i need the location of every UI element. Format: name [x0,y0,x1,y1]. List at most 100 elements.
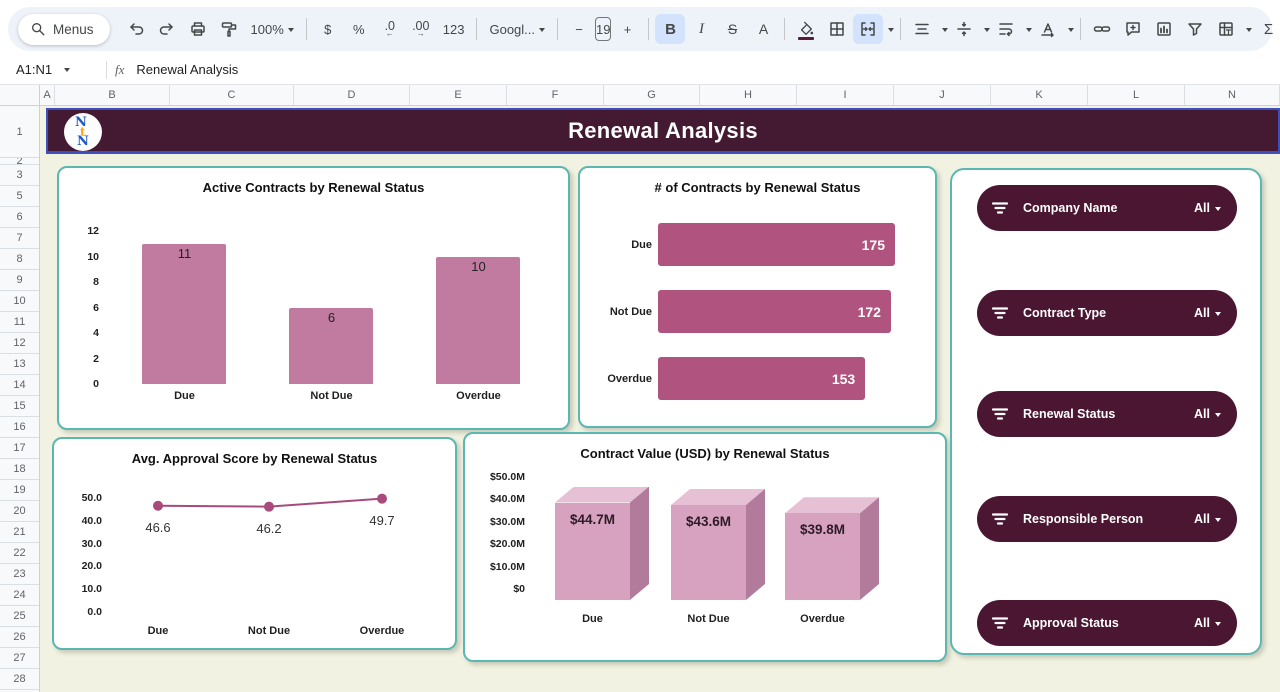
row-header-15[interactable]: 15 [0,396,39,417]
column-header-G[interactable]: G [604,85,700,105]
row-header-5[interactable]: 5 [0,186,39,207]
merge-cells-button[interactable] [853,14,883,44]
slicer-responsible-person[interactable]: Responsible PersonAll [977,496,1237,542]
pivot-dropdown-arrow[interactable] [1246,28,1252,35]
vertical-align-button[interactable] [949,14,979,44]
currency-format-button[interactable]: $ [313,14,343,44]
formula-input[interactable]: Renewal Analysis [136,62,1280,77]
merge-dropdown-arrow[interactable] [888,28,894,35]
category-label: Not Due [259,390,405,402]
more-formats-button[interactable]: 123 [437,14,471,44]
borders-button[interactable] [822,14,852,44]
column-header-I[interactable]: I [797,85,894,105]
row-header-7[interactable]: 7 [0,228,39,249]
row-header-17[interactable]: 17 [0,438,39,459]
insert-chart-button[interactable] [1149,14,1179,44]
row-header-22[interactable]: 22 [0,543,39,564]
row-header-9[interactable]: 9 [0,270,39,291]
column-header-D[interactable]: D [294,85,410,105]
row-header-19[interactable]: 19 [0,480,39,501]
increase-decimal-button[interactable]: .00→ [406,14,436,44]
name-box[interactable]: A1:N1 [0,55,98,84]
chart-card-avg-approval[interactable]: Avg. Approval Score by Renewal Status 0.… [52,437,457,650]
sheet-canvas[interactable]: N t N Renewal Analysis Active Contracts … [40,106,1280,692]
row-header-20[interactable]: 20 [0,501,39,522]
insert-comment-button[interactable] [1118,14,1148,44]
row-header-3[interactable]: 3 [0,165,39,186]
slicer-renewal-status[interactable]: Renewal StatusAll [977,391,1237,437]
row-header-21[interactable]: 21 [0,522,39,543]
create-filter-button[interactable] [1180,14,1210,44]
row-header-27[interactable]: 27 [0,648,39,669]
column-header-F[interactable]: F [507,85,604,105]
column-header-H[interactable]: H [700,85,797,105]
row-header-14[interactable]: 14 [0,375,39,396]
filter-lines-icon [991,407,1009,422]
row-header-2[interactable]: 2 [0,158,39,165]
row-header-1[interactable]: 1 [0,106,39,158]
wrap-dropdown-arrow[interactable] [1026,28,1032,35]
undo-button[interactable] [121,14,151,44]
row-header-28[interactable]: 28 [0,669,39,690]
rotation-dropdown-arrow[interactable] [1068,28,1074,35]
fill-color-button[interactable] [791,14,821,44]
column-header-J[interactable]: J [894,85,991,105]
menus-search[interactable]: Menus [18,14,110,45]
zoom-select[interactable]: 100% [245,14,300,44]
horizontal-align-button[interactable] [907,14,937,44]
column-header-B[interactable]: B [55,85,170,105]
bold-button[interactable]: B [655,14,685,44]
column-header-K[interactable]: K [991,85,1088,105]
decrease-font-size-button[interactable]: − [564,14,594,44]
paint-format-button[interactable] [214,14,244,44]
row-header-11[interactable]: 11 [0,312,39,333]
slicer-contract-type[interactable]: Contract TypeAll [977,290,1237,336]
row-header-12[interactable]: 12 [0,333,39,354]
italic-button[interactable]: I [686,14,716,44]
slicer-approval-status[interactable]: Approval StatusAll [977,600,1237,646]
row-header-10[interactable]: 10 [0,291,39,312]
percent-format-button[interactable]: % [344,14,374,44]
decrease-decimal-button[interactable]: .0← [375,14,405,44]
chart-card-active-contracts[interactable]: Active Contracts by Renewal Status 02468… [57,166,570,430]
row-header-13[interactable]: 13 [0,354,39,375]
row-header-18[interactable]: 18 [0,459,39,480]
text-color-button[interactable]: A [748,14,778,44]
slicer-company-name[interactable]: Company NameAll [977,185,1237,231]
chevron-down-icon [1215,207,1221,214]
row-header-26[interactable]: 26 [0,627,39,648]
row-header-6[interactable]: 6 [0,207,39,228]
point-value-label: 49.7 [352,513,412,528]
valign-dropdown-arrow[interactable] [984,28,990,35]
name-box-dropdown-arrow[interactable] [64,68,70,75]
category-label: Overdue [785,613,860,625]
column-header-N[interactable]: N [1185,85,1280,105]
column-header-C[interactable]: C [170,85,294,105]
font-size-input[interactable]: 19 [595,17,611,41]
pivot-table-button[interactable] [1211,14,1241,44]
cell-reference: A1:N1 [16,62,52,77]
chart-card-contract-value[interactable]: Contract Value (USD) by Renewal Status $… [463,432,947,662]
row-header-24[interactable]: 24 [0,585,39,606]
slicer-value: All [1194,616,1210,630]
bar-slot: 6 [259,308,405,385]
align-dropdown-arrow[interactable] [942,28,948,35]
increase-font-size-button[interactable]: + [612,14,642,44]
row-header-25[interactable]: 25 [0,606,39,627]
insert-link-button[interactable] [1087,14,1117,44]
chart-card-num-contracts[interactable]: # of Contracts by Renewal Status Due175N… [578,166,937,428]
column-header-E[interactable]: E [410,85,507,105]
select-all-corner[interactable] [0,85,40,105]
redo-button[interactable] [152,14,182,44]
text-wrap-button[interactable] [991,14,1021,44]
row-header-23[interactable]: 23 [0,564,39,585]
row-header-16[interactable]: 16 [0,417,39,438]
functions-button[interactable]: Σ [1253,14,1280,44]
column-header-A[interactable]: A [40,85,55,105]
font-select[interactable]: Googl... [483,14,551,44]
column-header-L[interactable]: L [1088,85,1185,105]
text-rotation-button[interactable] [1033,14,1063,44]
strikethrough-button[interactable]: S [717,14,747,44]
print-button[interactable] [183,14,213,44]
row-header-8[interactable]: 8 [0,249,39,270]
